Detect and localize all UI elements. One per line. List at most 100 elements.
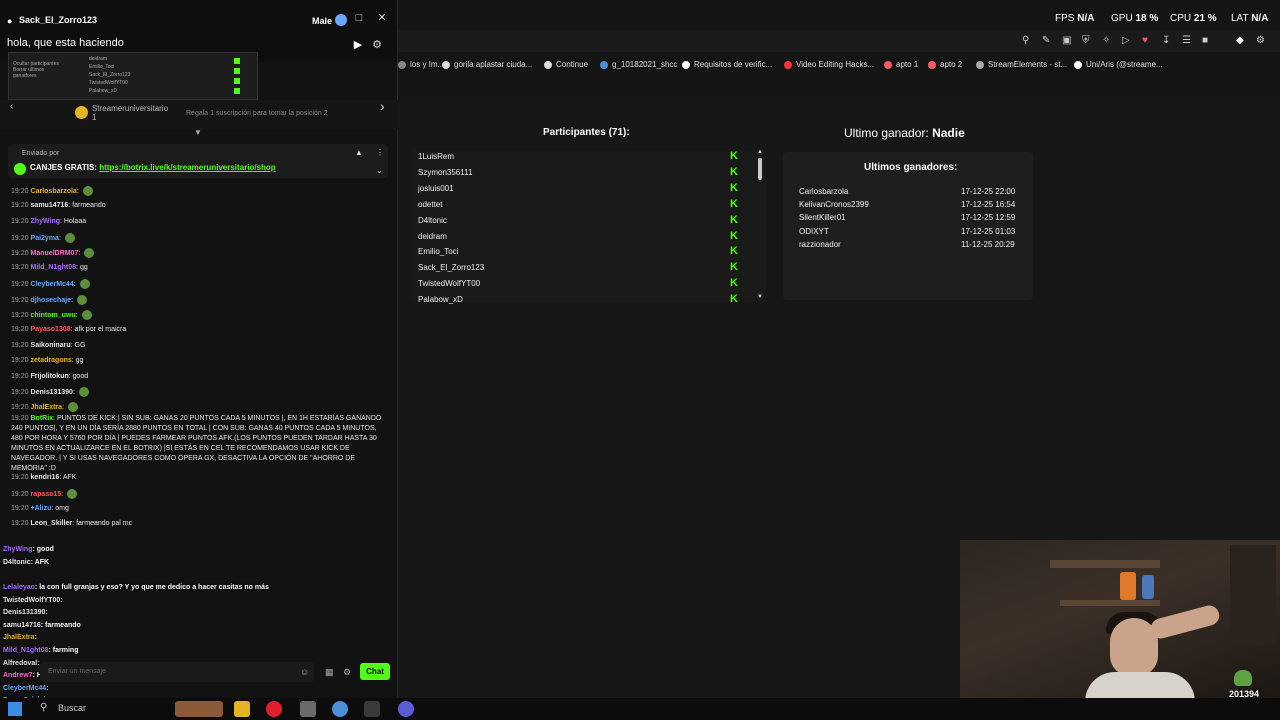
bookmark-item[interactable]: los y Im... (398, 60, 444, 69)
chat-message: 19:20 samu14716: farmeando (11, 201, 106, 210)
maximize-icon[interactable]: □ (352, 11, 366, 25)
avatar (335, 14, 347, 26)
search-icon[interactable]: ⚲ (1022, 35, 1029, 46)
chat-message: 19:20 JhalExtra: (11, 402, 78, 412)
bookmark-item[interactable]: Uni/Aris (@streame... (1074, 60, 1163, 69)
overlay-user: Denis131390 (3, 609, 46, 616)
lat-label: LAT (1231, 13, 1249, 24)
message-user[interactable]: djhosechaje (31, 297, 71, 304)
message-text: : gg (76, 264, 88, 271)
bookmark-item[interactable]: Video Editing Hacks... (784, 60, 874, 69)
settings-icon[interactable]: ⚙ (370, 38, 384, 52)
chat-send-button[interactable]: Chat (360, 663, 390, 680)
camera-icon[interactable]: ▣ (1062, 35, 1071, 46)
bookmark-item[interactable]: StreamElements - st... (976, 60, 1067, 69)
message-user[interactable]: kendri16 (31, 474, 60, 481)
emoji-icon[interactable]: ☺ (300, 667, 309, 677)
bookmark-item[interactable]: Requisitos de verific... (682, 60, 772, 69)
diamond-icon[interactable]: ◆ (1236, 35, 1244, 46)
collapse-icon[interactable]: ▼ (194, 128, 202, 137)
pin-icon[interactable]: ▲ (355, 148, 363, 157)
close-icon[interactable]: ✕ (375, 11, 389, 25)
app-icon[interactable] (300, 701, 316, 717)
heart-icon[interactable]: ♥ (1142, 35, 1148, 46)
message-user[interactable]: Leon_Skiller (31, 520, 73, 527)
message-user[interactable]: Pai2yma (31, 235, 59, 242)
message-user[interactable]: Frijolitokun (31, 373, 69, 380)
settings-icon[interactable]: ⚙ (1256, 35, 1265, 46)
shelf (1050, 560, 1160, 568)
message-time: 19:20 (11, 490, 29, 498)
search-icon[interactable]: ⚲ (40, 702, 47, 713)
message-user[interactable]: JhalExtra (31, 404, 63, 411)
bookmark-item[interactable]: g_10182021_shcc (600, 60, 677, 69)
fps-stat: FPS N/A (1055, 13, 1094, 24)
bookmark-icon (928, 60, 936, 69)
discord-icon[interactable] (398, 701, 414, 717)
chevron-down-icon[interactable]: ⌄ (376, 166, 383, 175)
gender-label: Male (312, 16, 333, 26)
folder-icon[interactable] (234, 701, 250, 717)
edit-icon[interactable]: ✎ (1042, 35, 1050, 46)
participant-name: D4ltonic (418, 215, 447, 225)
leaderboard-icon[interactable]: ▦ (325, 667, 334, 678)
scroll-up-icon[interactable]: ▲ (757, 149, 763, 155)
widget-icon[interactable] (175, 701, 223, 717)
chat-input[interactable]: Enviar un mensaje (40, 662, 314, 682)
message-user[interactable]: ManuelDRM07 (31, 250, 79, 257)
message-body: gg (79, 264, 88, 271)
chevron-right-icon[interactable]: › (380, 98, 385, 114)
overlay-user: CleyberMc44 (3, 685, 47, 692)
chat-message: 19:20 Denis131390: (11, 387, 89, 397)
message-user[interactable]: chintom_uwu (31, 312, 76, 319)
bookmark-icon (544, 60, 552, 69)
message-user[interactable]: Mild_N1ght08 (31, 264, 77, 271)
kick-icon: K (730, 150, 738, 162)
bookmark-item[interactable]: gorila aplastar ciuda... (442, 60, 532, 69)
bookmark-item[interactable]: apto 1 (884, 60, 918, 69)
shop-link[interactable]: https://botrix.live/k/streameruniversita… (99, 163, 276, 172)
overlay-user: D4ltonic (3, 559, 31, 566)
emote-icon (64, 233, 75, 243)
message-user[interactable]: Carlosbarzola (31, 188, 77, 195)
message-user[interactable]: zetadragons (31, 357, 72, 364)
message-user[interactable]: Payaso1308 (31, 326, 71, 333)
app-icon[interactable] (364, 701, 380, 717)
message-user[interactable]: rapaso15 (31, 491, 62, 498)
kick-icon: K (730, 181, 738, 194)
download-icon[interactable]: ↧ (1162, 35, 1170, 46)
message-user[interactable]: +Alizu (31, 505, 52, 512)
bookmark-icon (682, 60, 690, 69)
emote-icon (81, 310, 92, 320)
message-user[interactable]: ZhyWing (31, 218, 61, 225)
lock-icon[interactable]: ■ (1202, 35, 1208, 46)
bookmark-item[interactable]: apto 2 (928, 60, 962, 69)
overlay-body: AFK (34, 559, 50, 566)
scroll-down-icon[interactable]: ▼ (757, 294, 763, 300)
chrome-icon[interactable] (332, 701, 348, 717)
menu-icon[interactable]: ☰ (1182, 35, 1191, 46)
more-icon[interactable]: ⋮ (376, 148, 384, 157)
shield-icon[interactable]: ⛨ (1082, 35, 1090, 46)
kick-icon: K (730, 197, 738, 210)
overlay-user: ZhyWing (3, 546, 33, 553)
message-user[interactable]: CleyberMc44 (31, 281, 74, 288)
extension-icon[interactable]: ✧ (1102, 35, 1110, 46)
bookmark-icon (442, 60, 450, 69)
windows-icon[interactable] (8, 702, 22, 716)
play-icon[interactable]: ▷ (1122, 35, 1130, 46)
message-body: Holaaa (63, 218, 87, 225)
scroll-thumb[interactable] (758, 158, 762, 180)
taskbar-search[interactable]: Buscar (58, 703, 86, 713)
overlay-message: JhalExtra: (3, 634, 37, 641)
opera-icon[interactable] (266, 701, 282, 717)
message-user[interactable]: Saikoninaru (31, 342, 71, 349)
play-icon[interactable]: ▶ (351, 38, 365, 52)
message-user[interactable]: samu14716 (31, 202, 69, 209)
message-user[interactable]: BotRix (30, 415, 53, 422)
message-user[interactable]: Denis131390 (31, 389, 73, 396)
gear-icon[interactable]: ⚙ (343, 667, 351, 678)
bookmark-item[interactable]: Continue (544, 60, 588, 69)
chevron-left-icon[interactable]: ‹ (10, 101, 13, 112)
message-text: : (75, 311, 80, 319)
